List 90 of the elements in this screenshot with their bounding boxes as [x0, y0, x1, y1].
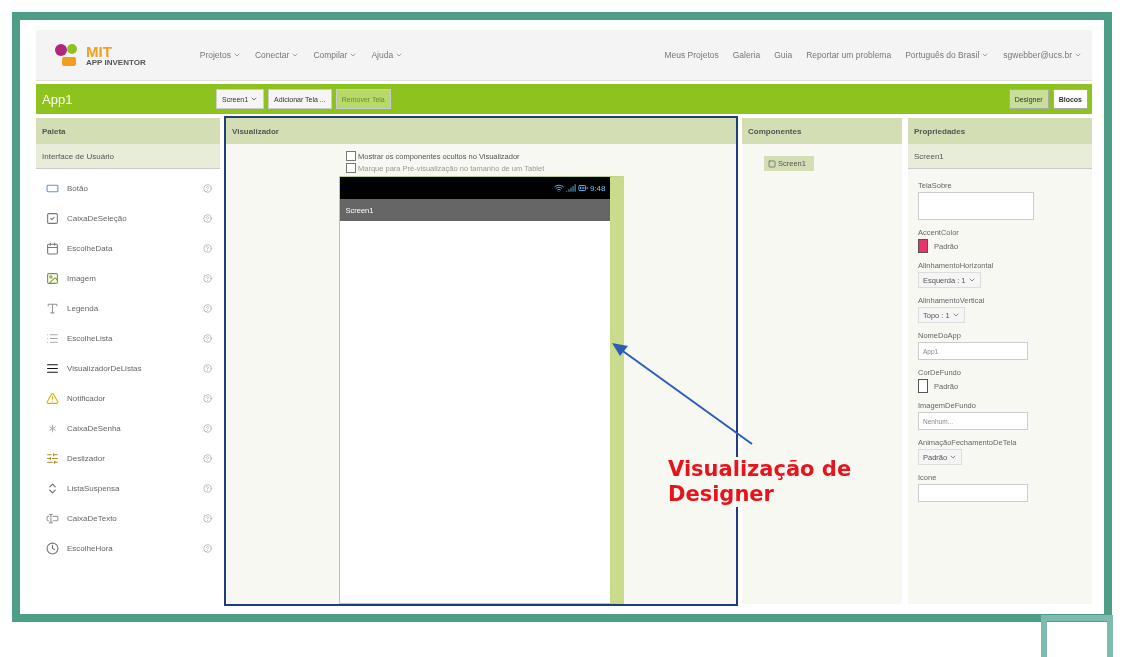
wifi-icon: [553, 183, 564, 193]
palette-item[interactable]: Imagem: [36, 263, 220, 293]
palette-label: ListaSuspensa: [67, 483, 121, 493]
caret-icon: [349, 51, 358, 59]
caret-icon: [395, 51, 404, 59]
help-icon[interactable]: [203, 393, 212, 403]
palette-item[interactable]: VisualizadorDeListas: [36, 353, 220, 383]
help-icon[interactable]: [203, 423, 212, 433]
caret-icon: [232, 51, 241, 59]
collapse-icon: [768, 159, 776, 168]
panel-title: Propriedades: [908, 118, 1092, 144]
nav-menu[interactable]: Compilar: [313, 50, 358, 60]
palette-item[interactable]: Deslizador: [36, 443, 220, 473]
palette-item[interactable]: EscolheHora: [36, 533, 220, 563]
checkbox[interactable]: [346, 163, 356, 173]
palette-label: CaixaDeTexto: [67, 513, 118, 523]
nav-menu[interactable]: Português do Brasil: [905, 50, 990, 60]
component-name: Screen1: [908, 144, 1092, 169]
caret-icon: [951, 311, 960, 319]
palette-label: Legenda: [67, 303, 100, 313]
palette-label: CaixaDeSenha: [67, 423, 122, 433]
list-icon: [46, 331, 59, 345]
palette-label: Notificador: [67, 393, 107, 403]
help-icon[interactable]: [203, 303, 212, 313]
text-field[interactable]: [918, 484, 1028, 502]
lines-icon: [46, 361, 59, 375]
nav-link[interactable]: Guia: [774, 50, 793, 60]
help-icon[interactable]: [203, 273, 212, 283]
project-title: App1: [42, 91, 74, 107]
caret-icon: [949, 453, 958, 461]
nav-menu[interactable]: Ajuda: [371, 50, 404, 60]
palette-item[interactable]: EscolheData: [36, 233, 220, 263]
text-area[interactable]: [918, 192, 1034, 220]
help-icon[interactable]: [203, 483, 212, 493]
text-cursor-icon: [46, 511, 59, 525]
palette-section[interactable]: Interface de Usuário: [36, 144, 220, 169]
palette-label: Botão: [67, 183, 89, 193]
help-icon[interactable]: [203, 543, 212, 553]
caret-icon: [1074, 51, 1082, 59]
palette-label: CaixaDeSeleção: [67, 213, 128, 223]
checkbox-icon: [46, 211, 59, 225]
help-icon[interactable]: [203, 363, 212, 373]
palette-item[interactable]: Legenda: [36, 293, 220, 323]
help-icon[interactable]: [203, 513, 212, 523]
help-icon[interactable]: [203, 453, 212, 463]
logo-title: MIT: [86, 43, 113, 59]
palette-item[interactable]: ListaSuspensa: [36, 473, 220, 503]
palette-label: Imagem: [67, 273, 97, 283]
caret-icon: [250, 95, 259, 103]
image-icon: [46, 271, 59, 285]
help-icon[interactable]: [203, 243, 212, 253]
battery-icon: [577, 183, 588, 193]
palette-item[interactable]: EscolheLista: [36, 323, 220, 353]
nav-link[interactable]: Galeria: [732, 50, 761, 60]
palette-item[interactable]: CaixaDeTexto: [36, 503, 220, 533]
panel-title: Visualizador: [226, 118, 736, 144]
color-swatch[interactable]: [918, 239, 928, 253]
palette-item[interactable]: Notificador: [36, 383, 220, 413]
signal-icon: [565, 183, 576, 193]
help-icon[interactable]: [203, 333, 212, 343]
palette-item[interactable]: Botão: [36, 173, 220, 203]
panel-title: Componentes: [742, 118, 902, 144]
nav-link[interactable]: Reportar um problema: [806, 50, 892, 60]
checkbox[interactable]: [346, 151, 356, 161]
nav-menu[interactable]: Conectar: [254, 50, 300, 60]
caret-icon: [291, 51, 300, 59]
caret-icon: [981, 51, 990, 59]
palette-item[interactable]: CaixaDeSenha: [36, 413, 220, 443]
palette-label: EscolheHora: [67, 543, 114, 553]
logo-subtitle: APP INVENTOR: [86, 58, 146, 67]
palette-label: VisualizadorDeListas: [67, 363, 143, 373]
text-icon: [46, 301, 59, 315]
palette-label: EscolheLista: [67, 333, 114, 343]
help-icon[interactable]: [203, 183, 212, 193]
clock-icon: [46, 541, 59, 555]
caret-icon: [967, 276, 976, 284]
palette-label: EscolheData: [67, 243, 114, 253]
palette-item[interactable]: CaixaDeSeleção: [36, 203, 220, 233]
help-icon[interactable]: [203, 213, 212, 223]
warning-icon: [46, 391, 59, 405]
nav-menu[interactable]: sgwebber@ucs.br: [1003, 50, 1082, 60]
clock-time: 9:48: [589, 183, 606, 193]
updown-icon: [46, 481, 59, 495]
nav-link[interactable]: Meus Projetos: [664, 50, 719, 60]
sliders-icon: [46, 451, 59, 465]
nav-menu[interactable]: Projetos: [199, 50, 241, 60]
calendar-icon: [46, 241, 59, 255]
palette-label: Deslizador: [67, 453, 106, 463]
color-swatch[interactable]: [918, 379, 928, 393]
panel-title: Paleta: [36, 118, 220, 144]
